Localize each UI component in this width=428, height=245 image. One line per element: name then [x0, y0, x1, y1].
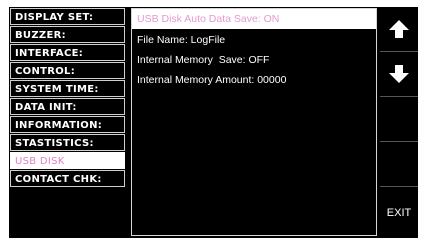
internal-memory-save-setting[interactable]: Internal Memory Save: OFF	[137, 53, 269, 67]
exit-softkey[interactable]: EXIT	[380, 187, 418, 238]
menu-item-information[interactable]: INFORMATION:	[10, 116, 125, 133]
menu-item-display-set[interactable]: DISPLAY SET:	[10, 8, 125, 25]
display-panel: DISPLAY SET: BUZZER: INTERFACE: CONTROL:…	[9, 7, 418, 238]
file-name-setting[interactable]: File Name: LogFile	[137, 33, 225, 47]
usb-disk-settings-panel: USB Disk Auto Data Save: ON File Name: L…	[131, 8, 377, 236]
menu-item-system-time[interactable]: SYSTEM TIME:	[10, 80, 125, 97]
internal-memory-amount-setting[interactable]: Internal Memory Amount: 00000	[137, 73, 286, 87]
auto-data-save-setting[interactable]: USB Disk Auto Data Save: ON	[132, 9, 376, 29]
down-softkey[interactable]	[380, 52, 418, 97]
instrument-screen: DISPLAY SET: BUZZER: INTERFACE: CONTROL:…	[0, 0, 428, 245]
up-softkey[interactable]	[380, 7, 418, 52]
softkey-3-blank[interactable]	[380, 97, 418, 142]
menu-item-statistics[interactable]: STASTISTICS:	[10, 134, 125, 151]
menu-item-contact-chk[interactable]: CONTACT CHK:	[10, 170, 125, 187]
softkey-column: EXIT	[380, 7, 418, 238]
menu-item-interface[interactable]: INTERFACE:	[10, 44, 125, 61]
softkey-4-blank[interactable]	[380, 142, 418, 187]
menu-item-buzzer[interactable]: BUZZER:	[10, 26, 125, 43]
menu-item-usb-disk[interactable]: USB DISK	[10, 152, 125, 169]
settings-menu: DISPLAY SET: BUZZER: INTERFACE: CONTROL:…	[9, 7, 127, 238]
menu-item-data-init[interactable]: DATA INIT:	[10, 98, 125, 115]
exit-label: EXIT	[386, 206, 412, 219]
arrow-up-icon	[389, 20, 409, 38]
menu-item-control[interactable]: CONTROL:	[10, 62, 125, 79]
arrow-down-icon	[389, 65, 409, 83]
